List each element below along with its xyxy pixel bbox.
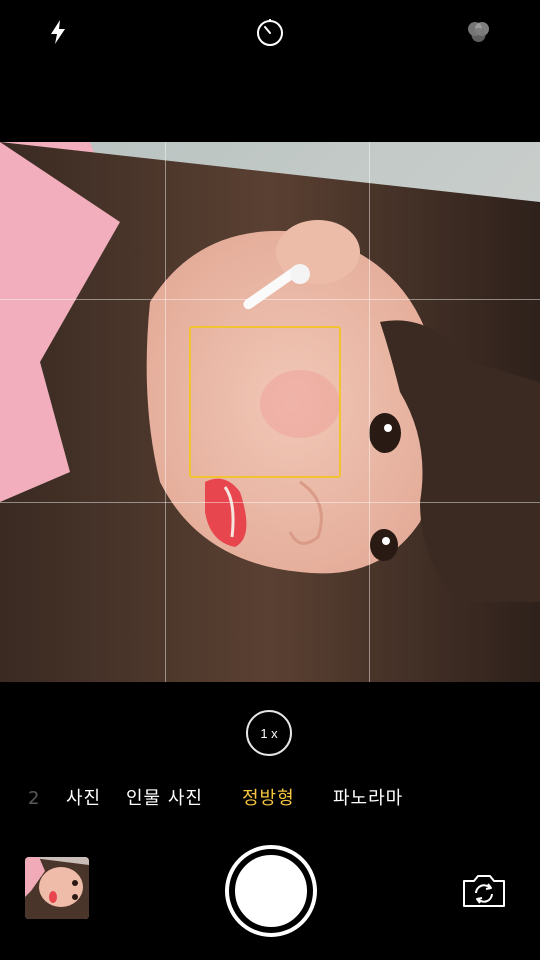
shutter-button[interactable]	[225, 845, 317, 937]
grid-line	[0, 299, 540, 300]
flash-button[interactable]	[40, 14, 76, 50]
mode-item-panorama[interactable]: 파노라마	[333, 784, 403, 814]
thumbnail-image	[25, 857, 89, 919]
camera-screen: 1 x 2 사진 인물 사진 정방형 파노라마	[0, 0, 540, 960]
switch-camera-icon	[463, 875, 505, 907]
last-photo-thumbnail[interactable]	[25, 857, 89, 919]
grid-line	[165, 142, 166, 682]
grid-line	[369, 142, 370, 682]
top-bar	[0, 0, 540, 142]
flash-icon	[51, 20, 65, 44]
grid-line	[0, 502, 540, 503]
viewfinder[interactable]	[0, 142, 540, 682]
mode-item-portrait[interactable]: 인물 사진	[126, 784, 203, 814]
timer-icon	[257, 19, 283, 46]
mode-item-square[interactable]: 정방형	[242, 784, 295, 814]
mode-selector: 2 사진 인물 사진 정방형 파노라마	[0, 784, 540, 814]
switch-camera-button[interactable]	[460, 871, 508, 911]
timer-button[interactable]	[252, 14, 288, 50]
zoom-label: 1 x	[260, 725, 278, 741]
mode-item-photo[interactable]: 사진	[66, 784, 101, 814]
focus-box	[189, 326, 341, 478]
filters-button[interactable]	[460, 14, 496, 50]
zoom-button[interactable]: 1 x	[246, 710, 292, 756]
mode-item-partial[interactable]: 2	[28, 784, 40, 814]
shutter-inner	[233, 853, 309, 929]
filters-icon	[468, 22, 489, 42]
